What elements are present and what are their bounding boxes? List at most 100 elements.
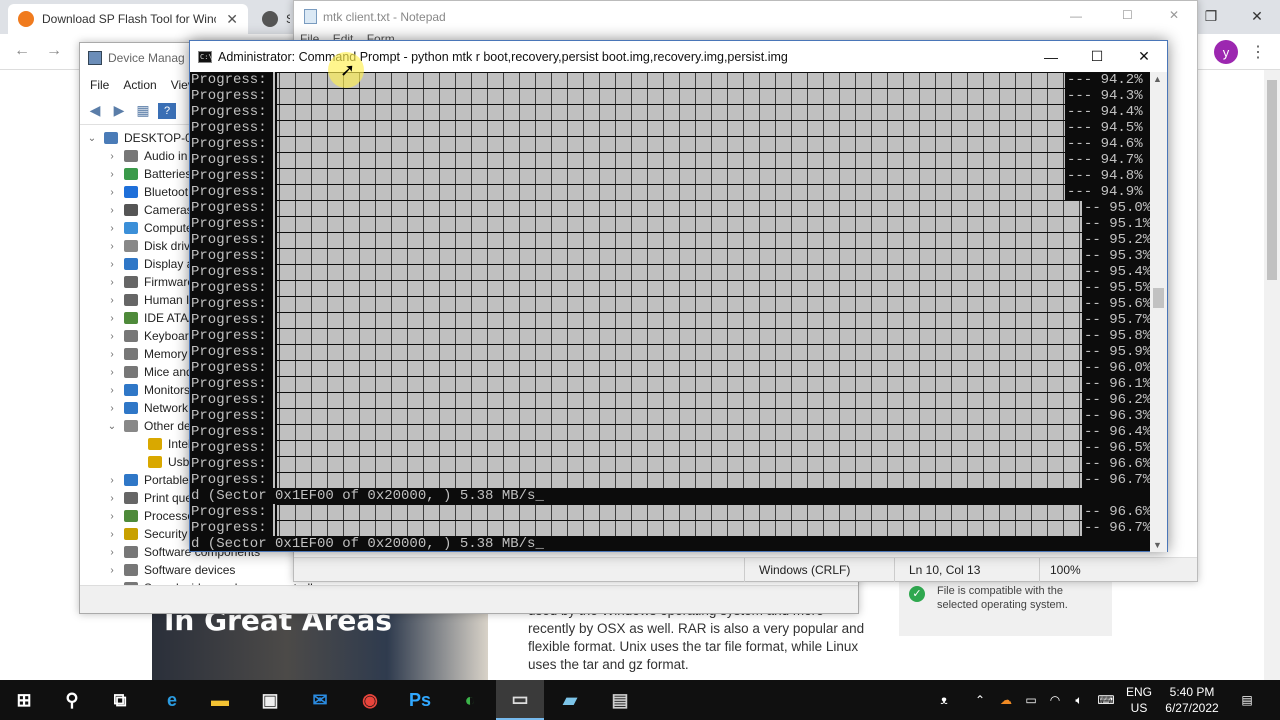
volume-icon[interactable]: 🔈︎ xyxy=(1068,680,1090,720)
people-icon[interactable]: ᴥ xyxy=(932,680,956,720)
scroll-down-icon[interactable]: ▼ xyxy=(1153,540,1162,550)
device-tree-item[interactable]: › Compute xyxy=(106,219,192,237)
console-output[interactable]: Progress: --- 94.2% Read Progress: --- 94.3… xyxy=(190,72,1152,552)
device-tree-item[interactable]: › Memory xyxy=(106,345,187,363)
task-view-button[interactable]: ⧉ xyxy=(96,680,144,720)
device-tree-item[interactable]: › Batteries xyxy=(106,165,191,183)
chevron-right-icon[interactable]: › xyxy=(106,331,118,342)
system-clock[interactable]: 5:40 PM 6/27/2022 xyxy=(1160,684,1224,716)
mail-app[interactable]: ✉ xyxy=(296,680,344,720)
chevron-right-icon[interactable]: › xyxy=(106,313,118,324)
chevron-down-icon[interactable]: ⌄ xyxy=(86,133,98,144)
device-tree-item[interactable]: › Software devices xyxy=(106,561,235,579)
wifi-icon[interactable]: ◠ xyxy=(1044,680,1066,720)
chevron-right-icon[interactable]: › xyxy=(106,475,118,486)
status-divider xyxy=(744,558,745,582)
device-tree-item[interactable]: › Processo xyxy=(106,507,194,525)
cmd-scrollbar-thumb[interactable] xyxy=(1153,288,1164,308)
chevron-right-icon[interactable]: › xyxy=(106,277,118,288)
minimize-icon[interactable]: — xyxy=(1070,9,1082,23)
device-tree-item[interactable]: › Audio in xyxy=(106,147,187,165)
page-scrollbar-thumb[interactable] xyxy=(1267,80,1277,280)
start-button[interactable]: ⊞ xyxy=(0,680,48,720)
device-tree-item[interactable]: › Mice and xyxy=(106,363,192,381)
device-tree-item[interactable]: Intel xyxy=(130,435,191,453)
device-tree-item[interactable]: UsbD xyxy=(130,453,198,471)
close-tab-icon[interactable]: ✕ xyxy=(226,11,238,28)
chrome-app[interactable]: ◉ xyxy=(346,680,394,720)
browser-tab-spflash[interactable]: Download SP Flash Tool for Winc ✕ xyxy=(8,4,248,34)
device-tree-item[interactable]: › Human I xyxy=(106,291,189,309)
edge-app[interactable]: e xyxy=(148,680,196,720)
close-icon[interactable]: ✕ xyxy=(1121,41,1167,72)
chevron-right-icon[interactable]: › xyxy=(106,295,118,306)
devmgr-app[interactable]: ▤ xyxy=(596,680,644,720)
device-tree-item[interactable]: › Portable xyxy=(106,471,188,489)
notifications-icon[interactable]: ▤ xyxy=(1236,680,1258,720)
minimize-icon[interactable]: — xyxy=(1028,41,1074,72)
file-explorer-app[interactable]: ▬ xyxy=(196,680,244,720)
chevron-right-icon[interactable]: › xyxy=(106,403,118,414)
device-tree-item[interactable]: › Firmware xyxy=(106,273,194,291)
search-button[interactable]: ⚲ xyxy=(48,680,96,720)
device-tree-item[interactable]: › IDE ATA/A xyxy=(106,309,199,327)
language-indicator[interactable]: ENG US xyxy=(1126,684,1152,716)
maximize-icon[interactable]: ☐ xyxy=(1122,8,1133,22)
close-icon[interactable]: ✕ xyxy=(1169,8,1179,22)
chevron-right-icon[interactable]: › xyxy=(106,151,118,162)
device-tree-item[interactable]: › Disk drive xyxy=(106,237,196,255)
chevron-down-icon[interactable]: ⌄ xyxy=(106,421,118,432)
menu-action[interactable]: Action xyxy=(123,78,156,92)
device-tree-item[interactable]: ⌄ DESKTOP-0B xyxy=(86,129,200,147)
device-tree-item[interactable]: › Security xyxy=(106,525,187,543)
device-tree-item[interactable]: › Display a xyxy=(106,255,193,273)
properties-icon[interactable]: ▦ xyxy=(134,102,152,119)
page-scrollbar[interactable] xyxy=(1264,70,1280,680)
chevron-right-icon[interactable]: › xyxy=(106,241,118,252)
chevron-up-icon[interactable]: ⌃ xyxy=(970,680,990,720)
device-tree-item[interactable]: › Monitors xyxy=(106,381,190,399)
chevron-right-icon[interactable]: › xyxy=(106,223,118,234)
keyboard-icon[interactable]: ⌨ xyxy=(1094,680,1118,720)
notepad-titlebar[interactable]: mtk client.txt - Notepad — ☐ ✕ xyxy=(294,1,1197,32)
chevron-right-icon[interactable]: › xyxy=(106,511,118,522)
chevron-right-icon[interactable]: › xyxy=(106,565,118,576)
more-menu-icon[interactable]: ⋮ xyxy=(1250,42,1266,62)
notepad-app[interactable]: ▰ xyxy=(546,680,594,720)
device-tree-item[interactable]: › Keyboar xyxy=(106,327,188,345)
chevron-right-icon[interactable]: › xyxy=(106,385,118,396)
spflash-app[interactable]: ◐ xyxy=(446,680,494,720)
cmd-app[interactable]: ▭ xyxy=(496,680,544,720)
chevron-right-icon[interactable]: › xyxy=(106,169,118,180)
close-icon[interactable]: ✕ xyxy=(1234,0,1280,32)
chevron-right-icon[interactable]: › xyxy=(106,349,118,360)
menu-file[interactable]: File xyxy=(90,78,109,92)
device-tree-item[interactable]: › Bluetoot xyxy=(106,183,188,201)
device-tree-item[interactable]: › Print que xyxy=(106,489,192,507)
store-app[interactable]: ▣ xyxy=(246,680,294,720)
chevron-right-icon[interactable]: › xyxy=(106,529,118,540)
progress-bar-edge xyxy=(273,136,275,152)
back-arrow-icon[interactable]: ◀ xyxy=(86,102,104,119)
chevron-right-icon[interactable]: › xyxy=(106,259,118,270)
device-tree-item[interactable]: › Cameras xyxy=(106,201,192,219)
chevron-right-icon[interactable]: › xyxy=(106,205,118,216)
console-progress-line: Progress: -- 95.3% Rea xyxy=(191,248,1151,264)
help-icon[interactable]: ? xyxy=(158,102,176,119)
profile-avatar[interactable]: y xyxy=(1214,40,1238,64)
forward-arrow-icon[interactable]: → xyxy=(46,42,62,60)
device-tree-item[interactable]: › Network xyxy=(106,399,188,417)
back-arrow-icon[interactable]: ← xyxy=(14,42,30,60)
chevron-right-icon[interactable]: › xyxy=(106,367,118,378)
chevron-right-icon[interactable]: › xyxy=(106,547,118,558)
maximize-icon[interactable]: ☐ xyxy=(1074,41,1120,72)
photoshop-app[interactable]: Ps xyxy=(396,680,444,720)
chevron-right-icon[interactable]: › xyxy=(106,493,118,504)
cmd-scrollbar[interactable]: ▲ ▼ xyxy=(1150,72,1167,552)
forward-arrow-icon[interactable]: ▶ xyxy=(110,102,128,119)
chevron-right-icon[interactable]: › xyxy=(106,187,118,198)
device-tree-item[interactable]: ⌄ Other de xyxy=(106,417,191,435)
battery-icon[interactable]: ▭ xyxy=(1020,680,1042,720)
scroll-up-icon[interactable]: ▲ xyxy=(1153,74,1162,84)
cloud-icon[interactable]: ☁ xyxy=(994,680,1018,720)
